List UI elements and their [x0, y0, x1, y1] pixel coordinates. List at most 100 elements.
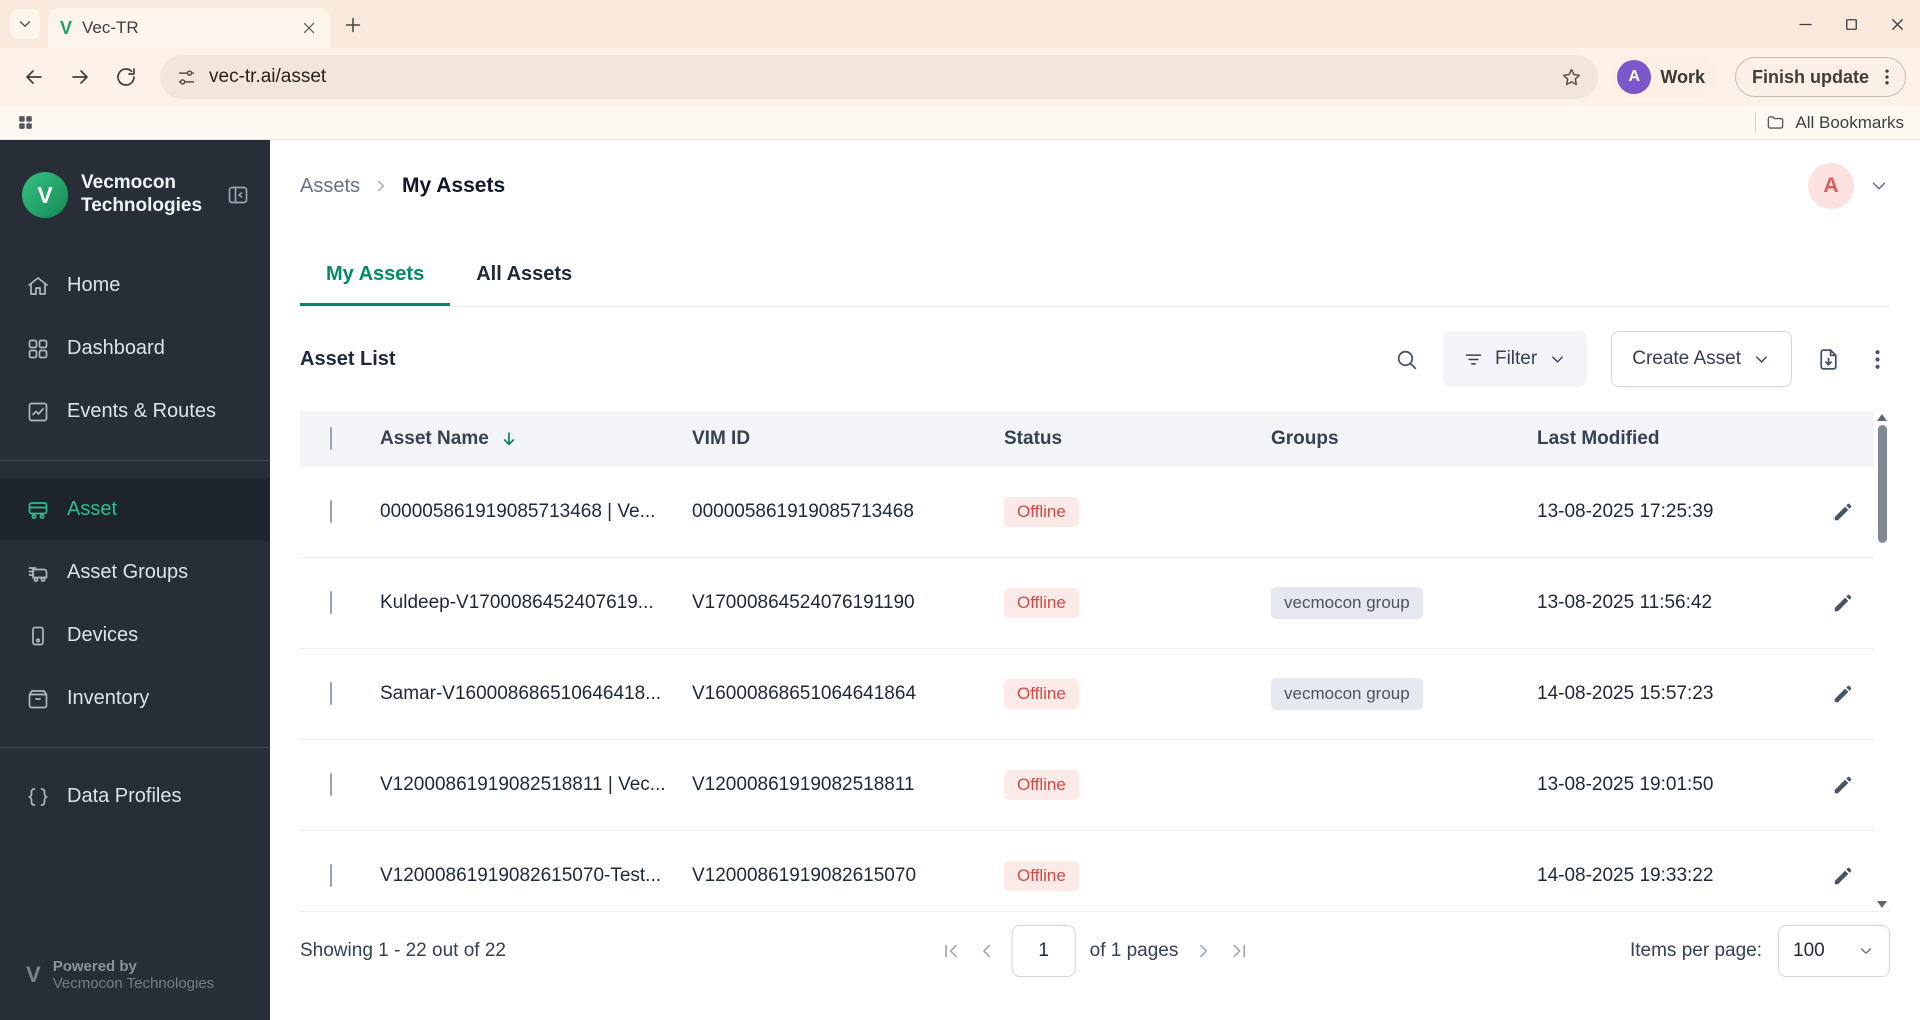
last-modified: 14-08-2025 15:57:23: [1537, 683, 1714, 704]
back-button[interactable]: [14, 57, 54, 97]
table-row[interactable]: Samar-V160008686510646418... V1600086865…: [300, 649, 1890, 740]
sidebar-item-data-profiles[interactable]: Data Profiles: [0, 765, 270, 828]
filter-label: Filter: [1494, 348, 1538, 369]
folder-icon: [1766, 113, 1785, 132]
last-page-icon[interactable]: [1228, 940, 1250, 962]
close-button[interactable]: [1874, 0, 1920, 48]
table-row[interactable]: V12000861919082615070-Test... V120008619…: [300, 831, 1890, 911]
vim-id: V12000861919082615070: [692, 865, 917, 886]
sidebar-item-label: Data Profiles: [67, 785, 182, 807]
breadcrumb-my-assets: My Assets: [402, 174, 506, 197]
scrollbar-thumb[interactable]: [1877, 425, 1887, 543]
table-row[interactable]: Kuldeep-V1700086452407619... V1700086452…: [300, 558, 1890, 649]
minimize-button[interactable]: [1782, 0, 1828, 48]
status-badge: Offline: [1004, 861, 1079, 891]
asset-name: Samar-V160008686510646418...: [380, 683, 662, 704]
site-settings-icon[interactable]: [176, 67, 197, 88]
forward-button[interactable]: [60, 57, 100, 97]
apps-grid-icon[interactable]: [16, 113, 35, 132]
edit-pencil-icon[interactable]: [1823, 674, 1863, 714]
next-page-icon[interactable]: [1192, 940, 1214, 962]
column-last-modified: Last Modified: [1537, 428, 1660, 449]
items-per-page-label: Items per page:: [1629, 939, 1762, 961]
row-checkbox[interactable]: [330, 591, 332, 614]
finish-update-button[interactable]: Finish update: [1735, 57, 1906, 97]
edit-pencil-icon[interactable]: [1823, 583, 1863, 623]
sidebar-item-inventory[interactable]: Inventory: [0, 667, 270, 730]
more-options-icon[interactable]: [1865, 347, 1890, 372]
row-checkbox[interactable]: [330, 500, 332, 523]
bookmark-star-icon[interactable]: [1561, 67, 1582, 88]
list-title: Asset List: [300, 347, 396, 370]
maximize-button[interactable]: [1828, 0, 1874, 48]
sidebar-item-label: Inventory: [67, 687, 150, 709]
row-checkbox[interactable]: [330, 864, 332, 887]
edit-pencil-icon[interactable]: [1823, 856, 1863, 896]
asset-tabs: My Assets All Assets: [300, 242, 1890, 307]
page-number-input[interactable]: [1011, 924, 1076, 977]
chevron-down-icon: [1857, 942, 1875, 960]
tab-close-icon[interactable]: [300, 19, 318, 37]
edit-pencil-icon[interactable]: [1823, 492, 1863, 532]
prev-page-icon[interactable]: [976, 940, 998, 962]
row-checkbox[interactable]: [330, 773, 332, 796]
column-asset-name[interactable]: Asset Name: [380, 428, 489, 450]
browser-menu-icon[interactable]: [1877, 67, 1897, 87]
last-modified: 14-08-2025 19:33:22: [1537, 865, 1714, 886]
filter-button[interactable]: Filter: [1442, 331, 1588, 387]
sidebar-item-label: Asset: [67, 498, 118, 520]
new-tab-button[interactable]: [342, 14, 364, 36]
create-asset-button[interactable]: Create Asset: [1611, 331, 1792, 387]
sidebar-item-events-routes[interactable]: Events & Routes: [0, 380, 270, 443]
all-bookmarks-label[interactable]: All Bookmarks: [1795, 113, 1904, 133]
profile-name: Work: [1660, 66, 1705, 87]
search-icon[interactable]: [1394, 347, 1419, 372]
chevron-down-icon: [1752, 350, 1771, 369]
row-checkbox[interactable]: [330, 682, 332, 705]
vim-id: V12000861919082518811: [692, 774, 915, 795]
scroll-up-icon[interactable]: [1877, 414, 1887, 421]
status-badge: Offline: [1004, 497, 1079, 527]
sidebar-item-asset-groups[interactable]: Asset Groups: [0, 541, 270, 604]
chevron-right-icon: [372, 177, 390, 195]
sidebar-item-asset[interactable]: Asset: [0, 478, 270, 541]
tab-search-button[interactable]: [10, 9, 40, 39]
sidebar-item-dashboard[interactable]: Dashboard: [0, 317, 270, 380]
asset-table: Asset Name VIM ID Status Groups Last Mod…: [300, 411, 1890, 911]
reload-button[interactable]: [106, 57, 146, 97]
chevron-down-icon[interactable]: [1868, 175, 1890, 197]
items-per-page-select[interactable]: 100: [1778, 924, 1890, 977]
create-asset-label: Create Asset: [1632, 348, 1741, 369]
asset-name: V12000861919082518811 | Vec...: [380, 774, 666, 795]
scroll-down-icon[interactable]: [1877, 901, 1887, 908]
table-row[interactable]: V12000861919082518811 | Vec... V12000861…: [300, 740, 1890, 831]
sidebar-collapse-icon[interactable]: [226, 183, 250, 207]
breadcrumb-assets[interactable]: Assets: [300, 175, 360, 198]
tab-all-assets[interactable]: All Assets: [450, 242, 598, 306]
finish-update-label: Finish update: [1752, 66, 1869, 87]
user-avatar[interactable]: A: [1808, 163, 1854, 209]
browser-tab[interactable]: V Vec-TR: [48, 8, 330, 48]
site-favicon: V: [60, 18, 73, 38]
user-menu[interactable]: A: [1808, 163, 1890, 209]
first-page-icon[interactable]: [940, 940, 962, 962]
vecmocon-logo: V: [22, 172, 68, 218]
tab-my-assets[interactable]: My Assets: [300, 242, 450, 306]
sidebar-item-devices[interactable]: Devices: [0, 604, 270, 667]
select-all-checkbox[interactable]: [330, 427, 332, 450]
table-scrollbar[interactable]: [1874, 411, 1890, 911]
sidebar-item-home[interactable]: Home: [0, 254, 270, 317]
bookmarks-divider: [1755, 112, 1757, 133]
chevron-down-icon: [1548, 350, 1567, 369]
profile-avatar: A: [1617, 60, 1652, 94]
browser-profile-chip[interactable]: A Work: [1612, 56, 1719, 98]
sort-desc-icon[interactable]: [499, 429, 519, 449]
address-bar[interactable]: vec-tr.ai/asset: [160, 55, 1599, 99]
vim-id: V17000864524076191190: [692, 592, 915, 613]
export-file-icon[interactable]: [1816, 347, 1841, 372]
group-chip: vecmocon group: [1271, 587, 1423, 619]
table-header-row: Asset Name VIM ID Status Groups Last Mod…: [300, 411, 1890, 467]
edit-pencil-icon[interactable]: [1823, 765, 1863, 805]
table-row[interactable]: 000005861919085713468 | Ve... 0000058619…: [300, 467, 1890, 558]
breadcrumb: Assets My Assets: [300, 174, 505, 198]
